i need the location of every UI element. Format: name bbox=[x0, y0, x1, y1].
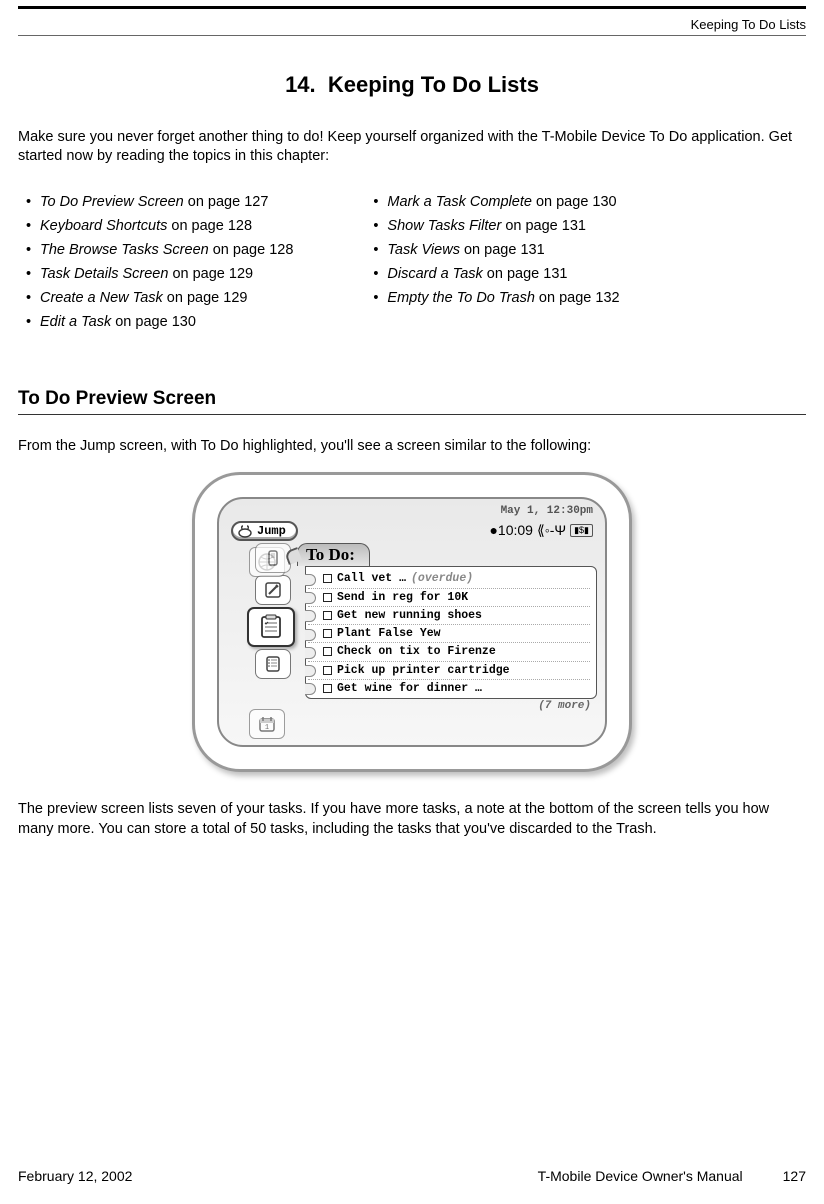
device-figure: May 1, 12:30pm Jump ●10:09 ⟪◦‑Ψ ▮$▮ bbox=[192, 472, 632, 772]
todo-tab: To Do: bbox=[297, 543, 370, 566]
chapter-title: 14. Keeping To Do Lists bbox=[18, 72, 806, 98]
status-clock: ●10:09 bbox=[489, 522, 533, 538]
jump-button: Jump bbox=[231, 521, 298, 541]
jump-icon bbox=[237, 524, 253, 538]
paragraph-after-figure: The preview screen lists seven of your t… bbox=[18, 800, 806, 839]
toc-item: Edit a Task on page 130 bbox=[26, 314, 293, 330]
toc-item: Task Views on page 131 bbox=[373, 242, 619, 258]
checkbox-icon bbox=[323, 593, 332, 602]
toc-item: Create a New Task on page 129 bbox=[26, 290, 293, 306]
checkbox-icon bbox=[323, 629, 332, 638]
wheel-todo-icon bbox=[247, 607, 295, 647]
checkbox-icon bbox=[323, 666, 332, 675]
toc-item: Empty the To Do Trash on page 132 bbox=[373, 290, 619, 306]
todo-list: Call vet … (overdue) Send in reg for 10K… bbox=[305, 566, 597, 699]
top-rule-thin bbox=[18, 35, 806, 36]
todo-row: Get wine for dinner … bbox=[308, 680, 590, 697]
signal-icon: ⟪◦‑Ψ bbox=[537, 522, 566, 539]
todo-row: Pick up printer cartridge bbox=[308, 662, 590, 680]
todo-row: Get new running shoes bbox=[308, 607, 590, 625]
checkbox-icon bbox=[323, 574, 332, 583]
toc-item: Task Details Screen on page 129 bbox=[26, 266, 293, 282]
toc-item: Mark a Task Complete on page 130 bbox=[373, 194, 619, 210]
battery-icon: ▮$▮ bbox=[570, 524, 593, 537]
wheel-compose-icon bbox=[255, 575, 291, 605]
toc-column-right: Mark a Task Complete on page 130 Show Ta… bbox=[373, 194, 619, 338]
todo-row: Send in reg for 10K bbox=[308, 589, 590, 607]
todo-more-note: (7 more) bbox=[305, 699, 597, 714]
toc-item: The Browse Tasks Screen on page 128 bbox=[26, 242, 293, 258]
toc-item: Keyboard Shortcuts on page 128 bbox=[26, 218, 293, 234]
checkbox-icon bbox=[323, 647, 332, 656]
paragraph-before-figure: From the Jump screen, with To Do highlig… bbox=[18, 437, 806, 457]
todo-row: Call vet … (overdue) bbox=[308, 570, 590, 588]
footer-manual-title: T-Mobile Device Owner's Manual bbox=[538, 1168, 743, 1184]
status-bar: May 1, 12:30pm bbox=[227, 505, 597, 519]
status-date: May 1, 12:30pm bbox=[501, 505, 593, 517]
checkbox-icon bbox=[323, 611, 332, 620]
wheel-notes-icon bbox=[255, 649, 291, 679]
footer-date: February 12, 2002 bbox=[18, 1168, 132, 1184]
device-shell: May 1, 12:30pm Jump ●10:09 ⟪◦‑Ψ ▮$▮ bbox=[192, 472, 632, 772]
footer-page-number: 127 bbox=[783, 1168, 806, 1184]
toc-item: Show Tasks Filter on page 131 bbox=[373, 218, 619, 234]
chapter-toc: To Do Preview Screen on page 127 Keyboar… bbox=[18, 194, 806, 338]
chapter-title-text: Keeping To Do Lists bbox=[328, 72, 539, 97]
wheel-calendar-icon: 1 bbox=[249, 709, 285, 739]
todo-row: Plant False Yew bbox=[308, 625, 590, 643]
jump-label: Jump bbox=[257, 524, 286, 538]
chapter-number: 14. bbox=[285, 72, 316, 97]
app-wheel: 1 bbox=[227, 543, 299, 737]
checkbox-icon bbox=[323, 684, 332, 693]
todo-preview-panel: To Do: Call vet … (overdue) Send in reg … bbox=[305, 543, 597, 737]
toc-column-left: To Do Preview Screen on page 127 Keyboar… bbox=[26, 194, 293, 338]
toc-item: To Do Preview Screen on page 127 bbox=[26, 194, 293, 210]
page-footer: February 12, 2002 T-Mobile Device Owner'… bbox=[18, 1168, 806, 1184]
status-icons: ●10:09 ⟪◦‑Ψ ▮$▮ bbox=[489, 522, 593, 539]
device-screen: May 1, 12:30pm Jump ●10:09 ⟪◦‑Ψ ▮$▮ bbox=[217, 497, 607, 747]
svg-text:1: 1 bbox=[265, 724, 269, 732]
intro-paragraph: Make sure you never forget another thing… bbox=[18, 128, 806, 166]
todo-row: Check on tix to Firenze bbox=[308, 643, 590, 661]
toc-item: Discard a Task on page 131 bbox=[373, 266, 619, 282]
running-head: Keeping To Do Lists bbox=[18, 9, 806, 32]
section-heading: To Do Preview Screen bbox=[18, 388, 806, 415]
